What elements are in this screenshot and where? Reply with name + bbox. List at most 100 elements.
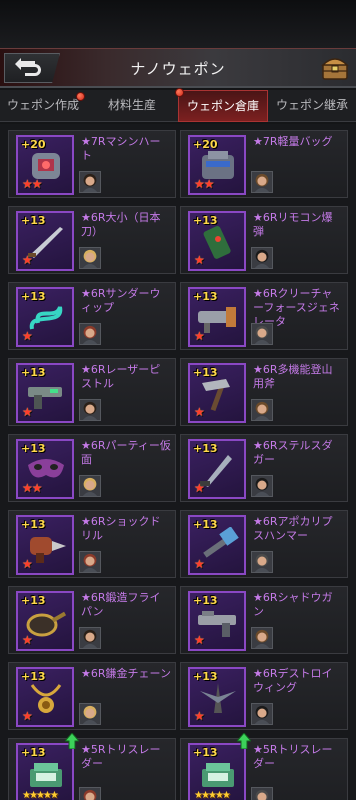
tab-weapon-inherit[interactable]: ウェポン継承 xyxy=(268,90,356,122)
weapon-name: ★6Rデストロイウィング xyxy=(253,667,333,694)
tab-weapon-craft[interactable]: ウェポン作成 xyxy=(0,90,86,122)
rarity-stars: ★ xyxy=(194,405,205,419)
enhance-level: +20 xyxy=(193,138,218,151)
weapon-card-4[interactable]: +13 ★ ★6Rリモコン爆弾 xyxy=(180,206,348,274)
rarity-stars: ★ xyxy=(22,557,33,571)
weapon-card-16[interactable]: +13 ★ ★6Rデストロイウィング xyxy=(180,662,348,730)
tri-radar-icon xyxy=(202,763,234,787)
weapon-card-11[interactable]: +13 ★ ★6Rショックドリル xyxy=(8,510,176,578)
enhance-level: +13 xyxy=(21,214,46,227)
weapon-card-17[interactable]: +13 ★★★★★ ★5Rトリスレーダー xyxy=(8,733,176,800)
tab-label: 材料生産 xyxy=(107,98,156,112)
avatar-woman-blonde-icon xyxy=(251,247,273,269)
rarity-stars: ★★ xyxy=(22,177,42,191)
rarity-stars: ★★ xyxy=(22,481,42,495)
enhance-level: +13 xyxy=(193,746,218,759)
weapon-card-1[interactable]: +20 ★★ ★7Rマシンハート xyxy=(8,130,176,198)
weapon-card-10[interactable]: +13 ★ ★6Rステルスダガー xyxy=(180,434,348,502)
avatar-man-dark-icon xyxy=(251,399,273,421)
weapon-thumbnail: +13 ★★★★★ xyxy=(188,743,246,800)
avatar-man-gray-icon xyxy=(251,627,273,649)
weapon-thumbnail: +13 ★ xyxy=(188,211,246,271)
tab-label: ウェポン継承 xyxy=(275,98,348,112)
avatar-man-fair-icon xyxy=(79,323,101,345)
weapon-card-14[interactable]: +13 ★ ★6Rシャドウガン xyxy=(180,586,348,654)
weapon-name: ★6Rシャドウガン xyxy=(253,591,333,618)
weapon-name: ★5Rトリスレーダー xyxy=(253,743,333,770)
rarity-stars: ★ xyxy=(22,329,33,343)
weapon-thumbnail: +13 ★ xyxy=(188,515,246,575)
weapon-thumbnail: +13 ★ xyxy=(16,363,74,423)
tri-radar-icon xyxy=(30,763,62,787)
rarity-stars: ★ xyxy=(22,405,33,419)
rarity-stars: ★ xyxy=(22,633,33,647)
tab-label: ウェポン倉庫 xyxy=(186,99,259,113)
weapon-name: ★6Rステルスダガー xyxy=(253,439,333,466)
weapon-card-2[interactable]: +20 ★★ ★7R軽量バッグ xyxy=(180,130,348,198)
rarity-stars: ★ xyxy=(22,709,33,723)
weapon-card-8[interactable]: +13 ★ ★6R多機能登山用斧 xyxy=(180,358,348,426)
enhance-level: +13 xyxy=(193,290,218,303)
notification-dot-icon xyxy=(76,92,85,101)
weapon-name: ★6R鎌金チェーン xyxy=(81,667,171,680)
weapon-thumbnail: +13 ★ xyxy=(16,667,74,727)
weapon-name: ★6R多機能登山用斧 xyxy=(253,363,333,390)
enhance-level: +13 xyxy=(193,670,218,683)
avatar-man-beard-icon xyxy=(251,475,273,497)
weapon-thumbnail: +13 ★★ xyxy=(16,439,74,499)
weapon-card-9[interactable]: +13 ★★ ★6Rパーティー仮面 xyxy=(8,434,176,502)
rarity-stars: ★ xyxy=(194,633,205,647)
tab-label: ウェポン作成 xyxy=(6,98,79,112)
weapon-name: ★7R軽量バッグ xyxy=(253,135,333,148)
weapon-thumbnail: +20 ★★ xyxy=(16,135,74,195)
weapon-card-5[interactable]: +13 ★ ★6Rサンダーウィップ xyxy=(8,282,176,350)
weapon-card-18[interactable]: +13 ★★★★★ ★5Rトリスレーダー xyxy=(180,733,348,800)
weapon-card-12[interactable]: +13 ★ ★6Rアポカリプスハンマー xyxy=(180,510,348,578)
avatar-man-old-icon xyxy=(251,703,273,725)
rarity-stars: ★ xyxy=(22,253,33,267)
avatar-man-young-icon xyxy=(251,787,273,800)
enhance-level: +13 xyxy=(21,442,46,455)
rarity-stars: ★ xyxy=(194,329,205,343)
enhance-level: +13 xyxy=(193,594,218,607)
header-bar: ナノウェポン xyxy=(0,48,356,88)
rarity-stars: ★ xyxy=(194,709,205,723)
weapon-card-6[interactable]: +13 ★ ★6Rクリーチャーフォースジェネレータ xyxy=(180,282,348,350)
status-bar-area xyxy=(0,0,356,48)
page-title: ナノウェポン xyxy=(130,60,226,78)
weapon-name: ★6Rレーザーピストル xyxy=(81,363,161,390)
tab-weapon-storage[interactable]: ウェポン倉庫 xyxy=(175,88,268,122)
weapon-thumbnail: +20 ★★ xyxy=(188,135,246,195)
avatar-man-hood-icon xyxy=(251,551,273,573)
upgrade-arrow-icon xyxy=(237,733,251,749)
weapon-list[interactable]: +20 ★★ ★7Rマシンハート +20 ★★ ★7R軽量バッグ +13 ★ ★… xyxy=(0,124,356,800)
rarity-stars: ★★★★★ xyxy=(22,790,59,800)
weapon-card-13[interactable]: +13 ★ ★6R鍛造フライパン xyxy=(8,586,176,654)
weapon-name: ★6R大小（日本刀） xyxy=(81,211,161,238)
weapon-card-15[interactable]: +13 ★ ★6R鎌金チェーン xyxy=(8,662,176,730)
enhance-level: +13 xyxy=(193,366,218,379)
avatar-man-green-icon xyxy=(251,323,273,345)
avatar-bald-icon xyxy=(251,171,273,193)
enhance-level: +13 xyxy=(21,518,46,531)
weapon-card-3[interactable]: +13 ★ ★6R大小（日本刀） xyxy=(8,206,176,274)
weapon-card-7[interactable]: +13 ★ ★6Rレーザーピストル xyxy=(8,358,176,426)
weapon-name: ★6Rサンダーウィップ xyxy=(81,287,161,314)
enhance-level: +13 xyxy=(21,594,46,607)
enhance-level: +20 xyxy=(21,138,46,151)
weapon-name: ★5Rトリスレーダー xyxy=(81,743,161,770)
tab-material-production[interactable]: 材料生産 xyxy=(86,90,178,122)
avatar-woman-red-icon xyxy=(79,551,101,573)
treasure-chest-icon[interactable] xyxy=(320,53,350,83)
enhance-level: +13 xyxy=(193,214,218,227)
weapon-grid: +20 ★★ ★7Rマシンハート +20 ★★ ★7R軽量バッグ +13 ★ ★… xyxy=(8,130,348,800)
weapon-name: ★6R鍛造フライパン xyxy=(81,591,161,618)
upgrade-arrow-icon xyxy=(65,733,79,749)
weapon-name: ★6Rショックドリル xyxy=(81,515,161,542)
avatar-woman-dark-icon xyxy=(79,247,101,269)
enhance-level: +13 xyxy=(21,746,46,759)
weapon-name: ★7Rマシンハート xyxy=(81,135,161,162)
weapon-thumbnail: +13 ★ xyxy=(188,591,246,651)
avatar-blonde-icon xyxy=(79,399,101,421)
enhance-level: +13 xyxy=(193,442,218,455)
